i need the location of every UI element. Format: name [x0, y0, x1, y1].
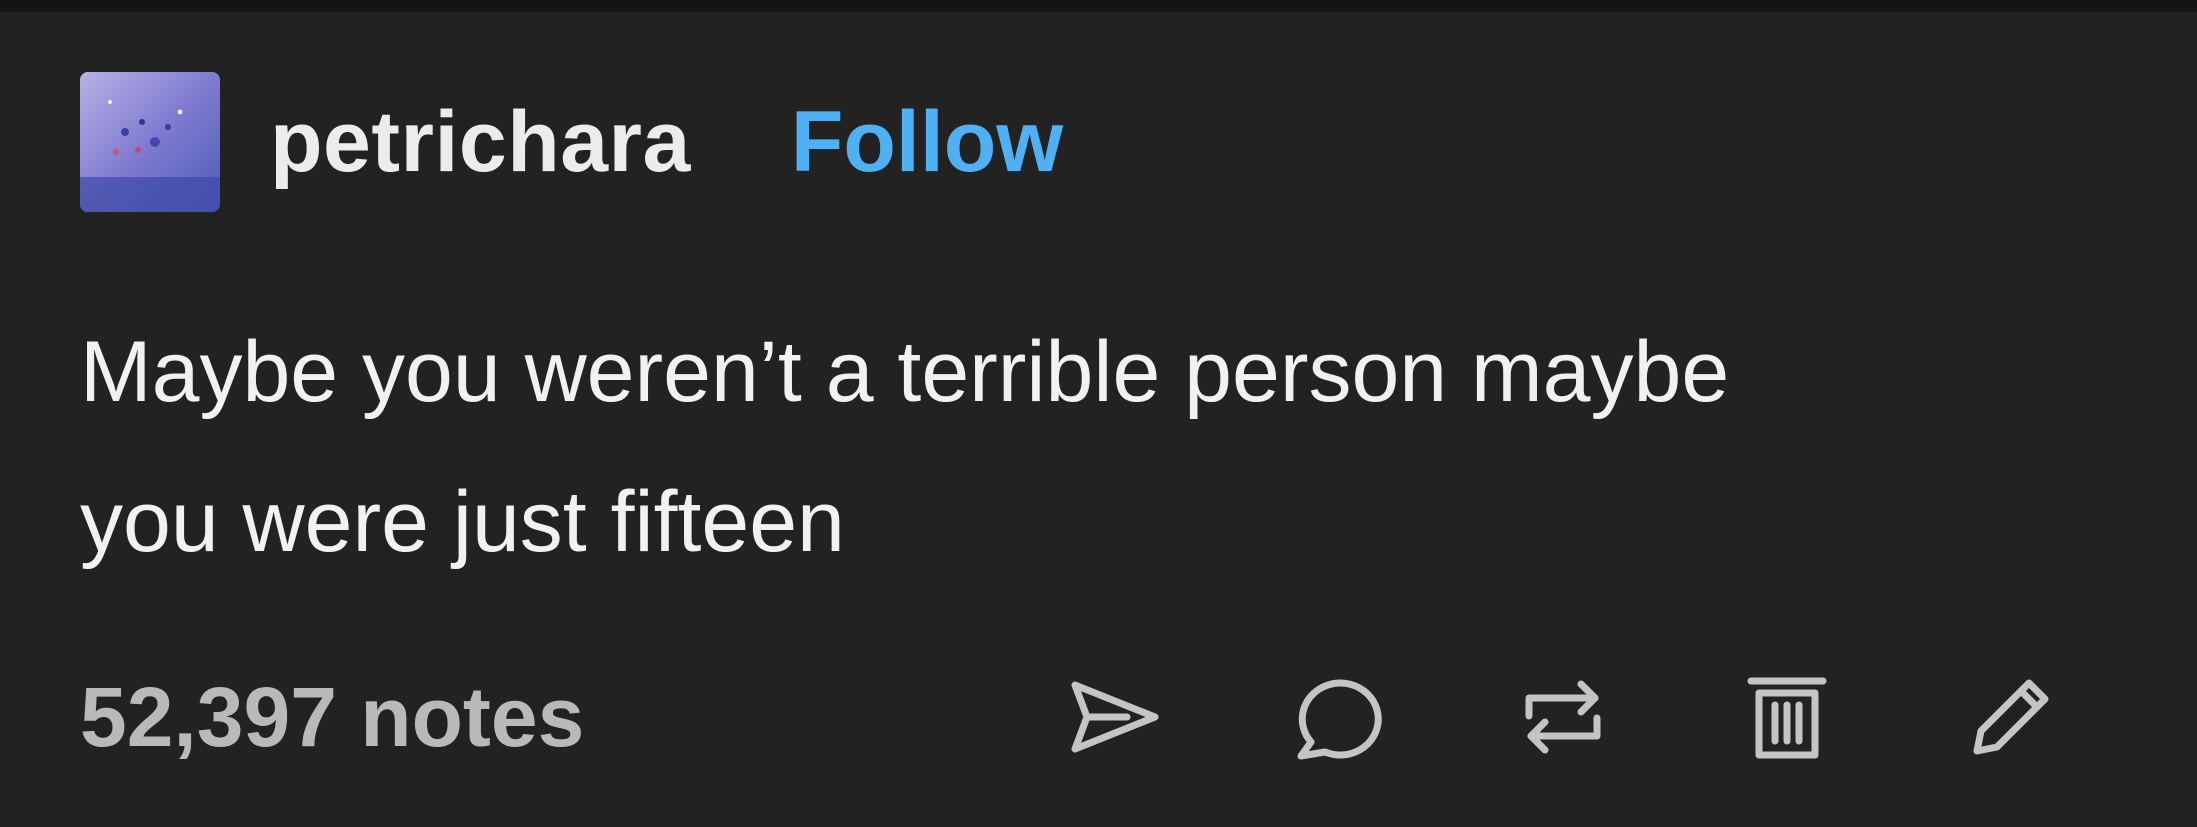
trash-icon	[1745, 669, 1829, 765]
post-actions	[1060, 652, 2066, 782]
post-body: Maybe you weren’t a terrible person mayb…	[80, 297, 2140, 597]
post-body-line: you were just fifteen	[80, 474, 845, 570]
pencil-icon	[1963, 669, 2059, 765]
notes-count[interactable]: 52,397 notes	[80, 669, 584, 766]
reply-button[interactable]	[1284, 662, 1394, 772]
edit-button[interactable]	[1956, 662, 2066, 772]
send-icon	[1067, 677, 1163, 757]
avatar[interactable]	[80, 72, 220, 212]
follow-button[interactable]: Follow	[791, 93, 1063, 192]
post-body-line: Maybe you weren’t a terrible person mayb…	[80, 324, 1730, 420]
delete-button[interactable]	[1732, 662, 1842, 772]
share-button[interactable]	[1060, 662, 1170, 772]
comment-icon	[1291, 672, 1387, 762]
post-header: petrichara Follow	[80, 72, 1063, 212]
username[interactable]: petrichara	[270, 93, 691, 192]
post-footer: 52,397 notes	[80, 652, 2130, 782]
reblog-icon	[1515, 672, 1611, 762]
reblog-button[interactable]	[1508, 662, 1618, 772]
post-card: petrichara Follow Maybe you weren’t a te…	[0, 12, 2197, 827]
